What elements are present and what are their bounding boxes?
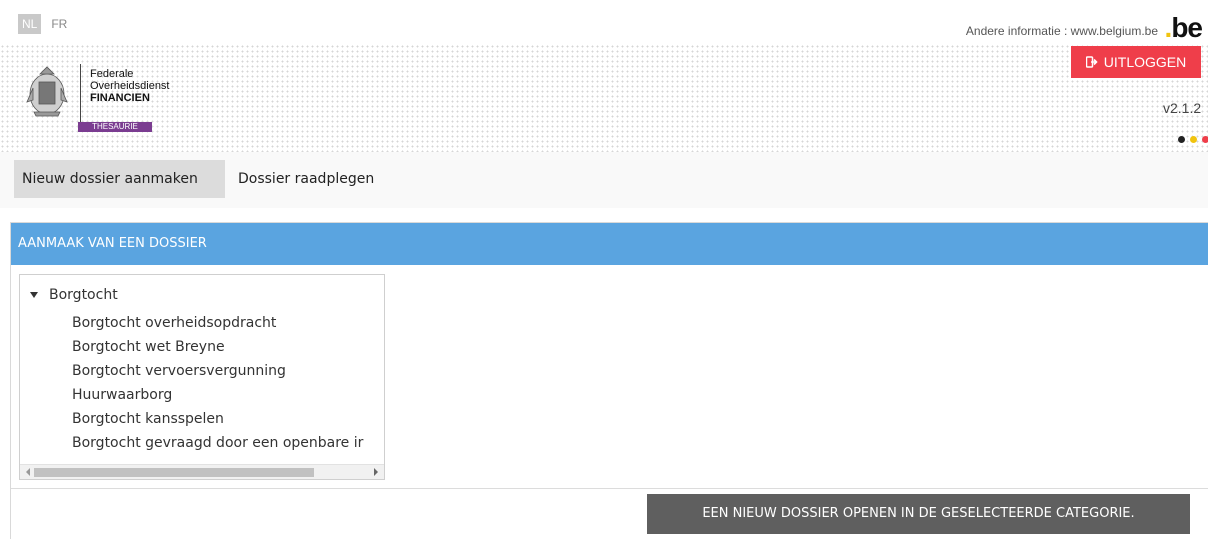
tree-node-borgtocht[interactable]: Borgtocht [30, 287, 118, 303]
category-tree[interactable]: Borgtocht Borgtocht overheidsopdracht Bo… [19, 274, 385, 480]
create-dossier-panel: AANMAAK VAN EEN DOSSIER Borgtocht Borgto… [10, 222, 1208, 539]
nav-consult-dossier[interactable]: Dossier raadplegen [230, 160, 382, 198]
scroll-left-icon[interactable] [26, 468, 30, 476]
logo-line-2: Overheidsdienst [90, 80, 170, 92]
logout-label: UITLOGGEN [1103, 54, 1187, 70]
logo-line-1: Federale [90, 68, 134, 80]
panel-divider [11, 488, 1208, 489]
lang-fr[interactable]: FR [47, 14, 71, 34]
lang-nl[interactable]: NL [18, 14, 42, 34]
fod-financien-logo[interactable]: Federale Overheidsdienst FINANCIEN THESA… [20, 62, 180, 132]
tree-item[interactable]: Borgtocht overheidsopdracht [72, 311, 363, 335]
panel-title: AANMAAK VAN EEN DOSSIER [11, 223, 1208, 265]
belgian-crest-icon [26, 66, 68, 117]
horizontal-scrollbar[interactable] [20, 464, 384, 479]
logo-line-3: FINANCIEN [90, 92, 150, 104]
sign-out-icon [1085, 56, 1098, 68]
header: NL FR Andere informatie : www.belgium.be… [0, 0, 1208, 152]
logout-button[interactable]: UITLOGGEN [1071, 46, 1201, 78]
tree-item[interactable]: Borgtocht kansspelen [72, 407, 363, 431]
flag-dots [1178, 136, 1208, 143]
open-new-dossier-button[interactable]: EEN NIEUW DOSSIER OPENEN IN DE GESELECTE… [647, 494, 1190, 534]
dot-black [1178, 136, 1185, 143]
logo-text: Federale Overheidsdienst FINANCIEN [90, 68, 170, 104]
version-label: v2.1.2 [1163, 100, 1202, 116]
dot-yellow [1190, 136, 1197, 143]
tree-item[interactable]: Borgtocht vervoersvergunning [72, 359, 363, 383]
belgium-be-logo[interactable]: .be [1165, 12, 1203, 44]
caret-down-icon[interactable] [30, 292, 38, 298]
tree-item[interactable]: Borgtocht gevraagd door een openbare ir [72, 431, 363, 455]
nav-new-dossier[interactable]: Nieuw dossier aanmaken [14, 160, 225, 198]
tree-item[interactable]: Borgtocht wet Breyne [72, 335, 363, 359]
scroll-right-icon[interactable] [374, 468, 378, 476]
tree-children: Borgtocht overheidsopdracht Borgtocht we… [72, 311, 363, 455]
other-info-link[interactable]: Andere informatie : www.belgium.be [966, 24, 1158, 38]
main-nav: Nieuw dossier aanmaken Dossier raadplege… [0, 152, 1208, 208]
dot-red [1202, 136, 1208, 143]
thesaurie-badge: THESAURIE [78, 122, 152, 132]
tree-item[interactable]: Huurwaarborg [72, 383, 363, 407]
logo-divider [80, 64, 81, 122]
tree-root-label: Borgtocht [49, 287, 118, 303]
language-switcher: NL FR [18, 14, 71, 34]
scrollbar-thumb[interactable] [34, 468, 314, 477]
